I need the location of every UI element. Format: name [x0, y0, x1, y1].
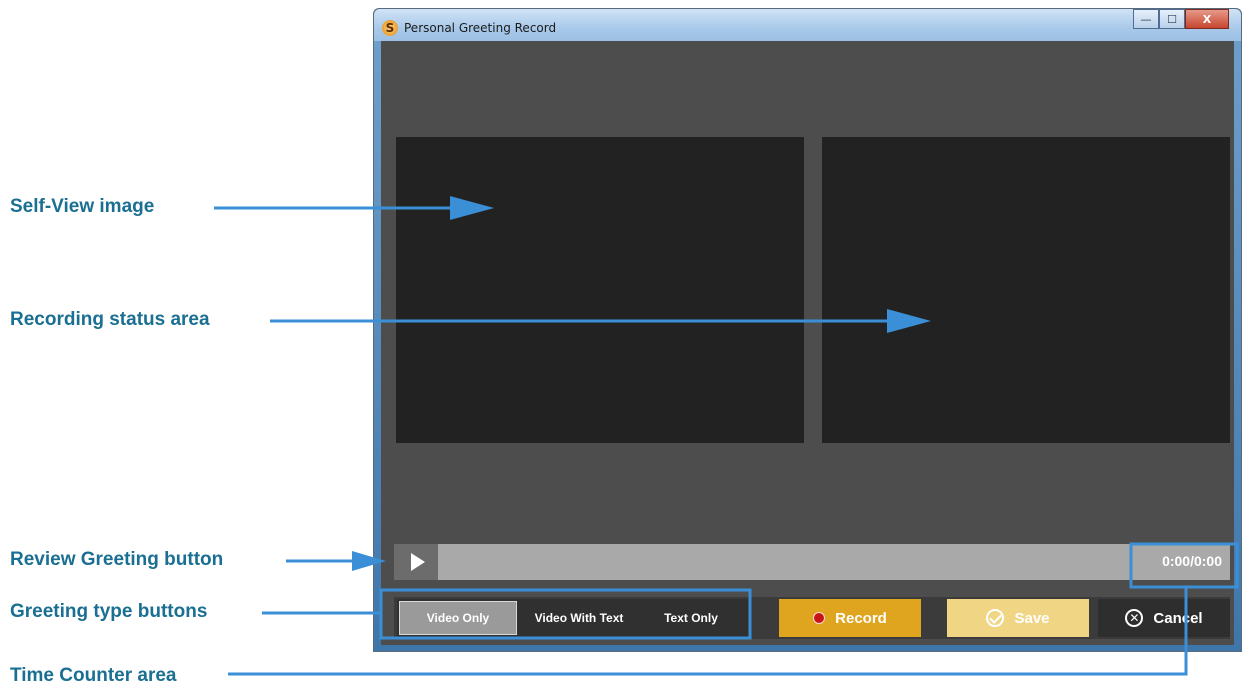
callout-time-counter: Time Counter area: [10, 665, 177, 686]
personal-greeting-record-window: S Personal Greeting Record — ☐ X 0:00/0:…: [373, 8, 1242, 652]
window-client-area: 0:00/0:00 Video Only Video With Text Tex…: [381, 41, 1234, 645]
save-button[interactable]: Save: [947, 599, 1089, 637]
record-label: Record: [835, 609, 887, 627]
title-bar[interactable]: S Personal Greeting Record — ☐ X: [374, 9, 1241, 41]
cancel-label: Cancel: [1153, 609, 1203, 627]
video-only-button[interactable]: Video Only: [399, 601, 517, 635]
cancel-button[interactable]: ✕ Cancel: [1098, 599, 1230, 637]
save-label: Save: [1014, 609, 1050, 627]
x-circle-icon: ✕: [1125, 609, 1144, 627]
window-controls: — ☐ X: [1133, 9, 1229, 29]
greeting-type-buttons: Video Only Video With Text Text Only: [397, 599, 751, 637]
close-button[interactable]: X: [1185, 9, 1229, 29]
callout-greeting-type: Greeting type buttons: [10, 601, 208, 622]
video-with-text-button[interactable]: Video With Text: [519, 601, 639, 635]
playback-bar: 0:00/0:00: [394, 544, 1230, 580]
review-greeting-button[interactable]: [394, 544, 438, 580]
record-dot-icon: [813, 612, 826, 624]
window-title: Personal Greeting Record: [404, 21, 557, 35]
check-circle-icon: [986, 609, 1005, 627]
self-view-image: [396, 137, 804, 443]
action-bar: Video Only Video With Text Text Only Rec…: [394, 597, 1230, 639]
maximize-button[interactable]: ☐: [1159, 9, 1185, 29]
app-logo-icon: S: [382, 20, 398, 36]
recording-status-area: [822, 137, 1230, 443]
minimize-button[interactable]: —: [1133, 9, 1159, 29]
callout-review-greeting: Review Greeting button: [10, 549, 224, 570]
callout-recording-status: Recording status area: [10, 309, 210, 330]
text-only-button[interactable]: Text Only: [641, 601, 741, 635]
callout-self-view: Self-View image: [10, 196, 155, 217]
play-icon: [410, 553, 425, 571]
time-counter: 0:00/0:00: [1162, 553, 1222, 569]
record-button[interactable]: Record: [779, 599, 921, 637]
